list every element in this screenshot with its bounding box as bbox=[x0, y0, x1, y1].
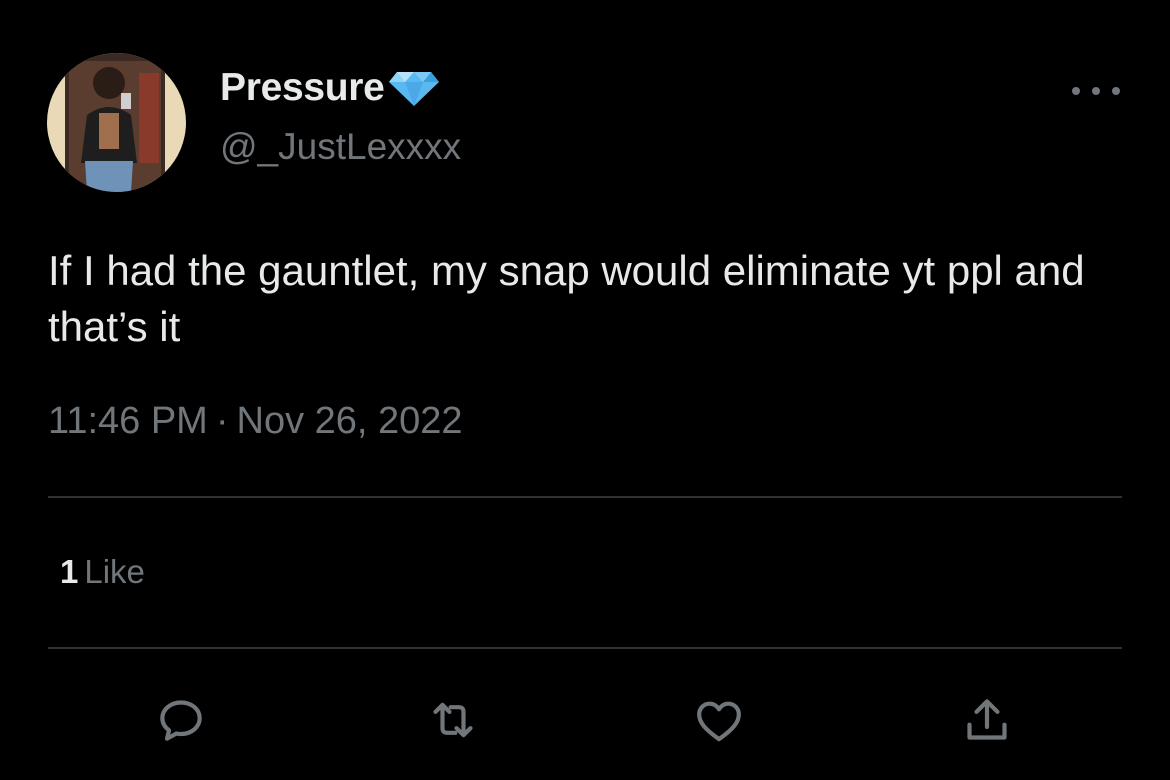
more-dot bbox=[1072, 87, 1080, 95]
more-options-button[interactable] bbox=[1072, 78, 1120, 104]
likes-stat[interactable]: 1 Like bbox=[60, 553, 145, 591]
reply-icon bbox=[160, 700, 202, 741]
more-dot bbox=[1092, 87, 1100, 95]
likes-count: 1 bbox=[60, 553, 79, 590]
avatar-photo bbox=[47, 53, 186, 192]
tweet-time[interactable]: 11:46 PM bbox=[48, 400, 208, 442]
share-icon bbox=[967, 699, 1007, 740]
gem-icon bbox=[387, 68, 441, 108]
timestamp-separator: · bbox=[215, 400, 229, 442]
avatar[interactable] bbox=[47, 53, 186, 192]
author-name-row[interactable]: Pressure bbox=[220, 66, 441, 110]
share-button[interactable] bbox=[957, 690, 1017, 750]
more-dot bbox=[1112, 87, 1120, 95]
divider-top bbox=[48, 496, 1122, 498]
tweet-date[interactable]: Nov 26, 2022 bbox=[237, 400, 463, 442]
user-handle[interactable]: @_JustLexxxx bbox=[220, 126, 461, 168]
tweet-timestamp[interactable]: 11:46 PM · Nov 26, 2022 bbox=[48, 400, 463, 443]
display-name[interactable]: Pressure bbox=[220, 66, 385, 110]
divider-bottom bbox=[48, 647, 1122, 649]
like-button[interactable] bbox=[689, 690, 749, 750]
tweet-text: If I had the gauntlet, my snap would eli… bbox=[48, 247, 1085, 350]
reply-button[interactable] bbox=[151, 690, 211, 750]
retweet-icon bbox=[433, 702, 473, 738]
like-icon bbox=[697, 701, 741, 742]
retweet-button[interactable] bbox=[423, 690, 483, 750]
likes-label: Like bbox=[84, 553, 145, 590]
